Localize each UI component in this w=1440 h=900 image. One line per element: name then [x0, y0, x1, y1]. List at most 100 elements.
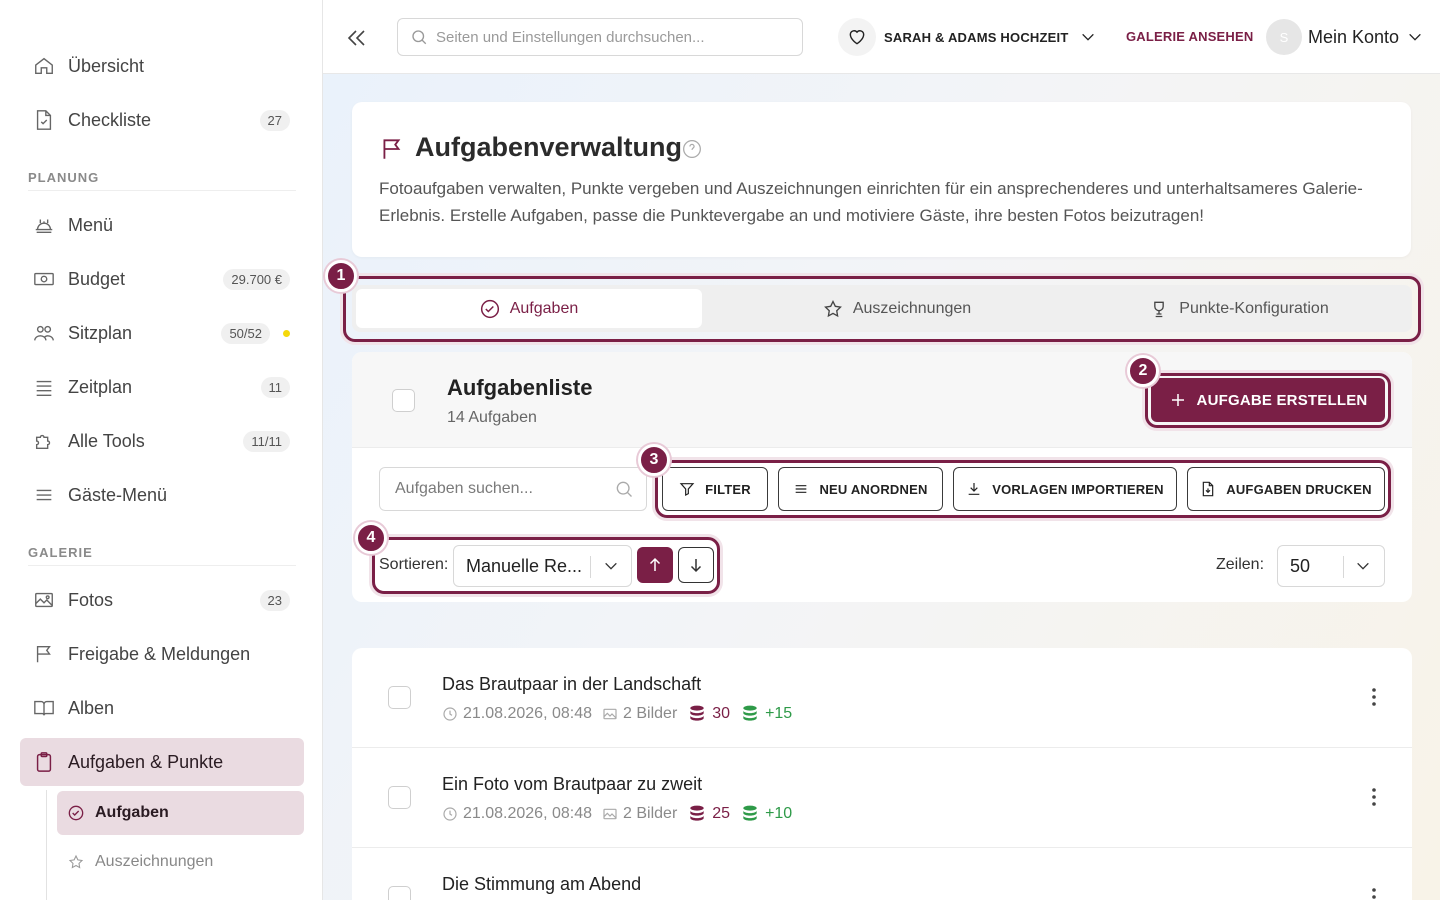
sidebar-item-checklist[interactable]: Checkliste 27 [20, 96, 304, 144]
count-badge: 27 [259, 109, 290, 131]
row-checkbox[interactable] [388, 786, 411, 809]
sidebar-item-label: Alben [68, 697, 115, 718]
chevron-down-icon [1355, 558, 1371, 579]
count-badge: 11 [260, 376, 290, 398]
task-title: Die Stimmung am Abend [442, 874, 642, 894]
coins-icon [740, 804, 760, 824]
rows-value: 50 [1290, 555, 1311, 576]
sidebar-item-guest-menu[interactable]: Gäste-Menü [20, 471, 304, 519]
document-check-icon [32, 108, 56, 132]
task-bonus: +10 [765, 805, 793, 822]
sidebar-subitem-tasks[interactable]: Aufgaben [57, 791, 304, 835]
seating-badge: 50/52 [221, 322, 270, 344]
clipboard-icon [32, 750, 56, 774]
task-images: 2 Bilder [623, 705, 678, 722]
page-header-card: Aufgabenverwaltung Fotoaufgaben verwalte… [352, 102, 1411, 257]
task-meta: 21.08.2026, 08:48 2 Bilder 25 +10 [442, 804, 792, 824]
search-icon [410, 28, 428, 46]
sidebar-item-label: Gäste-Menü [68, 484, 168, 505]
view-gallery-link[interactable]: GALERIE ANSEHEN [1126, 29, 1253, 44]
section-header-gallery: GALERIE [28, 545, 93, 560]
divider [28, 190, 296, 191]
account-menu[interactable]: S Mein Konto [1266, 18, 1423, 56]
clock-icon [442, 706, 458, 722]
account-label: Mein Konto [1308, 26, 1400, 47]
sidebar-item-label: Übersicht [68, 55, 145, 76]
page-title: Aufgabenverwaltung [415, 132, 683, 162]
step-marker-1: 1 [325, 260, 357, 292]
help-icon[interactable] [682, 139, 702, 159]
divider [28, 565, 296, 566]
highlight-actions [655, 460, 1391, 518]
task-date: 21.08.2026, 08:48 [463, 805, 593, 822]
sidebar-item-menu[interactable]: Menü [20, 201, 304, 249]
task-search-input[interactable] [395, 480, 605, 498]
sidebar-item-tasks-points[interactable]: Aufgaben & Punkte [20, 738, 304, 786]
step-marker-3: 3 [638, 444, 670, 476]
sidebar-item-overview[interactable]: Übersicht [20, 42, 304, 90]
cloche-icon [32, 213, 56, 237]
sidebar-item-label: Alle Tools [68, 430, 145, 451]
avatar: S [1266, 19, 1302, 55]
collapse-sidebar-icon[interactable] [345, 26, 369, 50]
wedding-name: SARAH & ADAMS HOCHZEIT [884, 29, 1069, 45]
more-options-icon[interactable] [1372, 688, 1376, 706]
hamburger-icon [32, 483, 56, 507]
clock-icon [442, 806, 458, 822]
sidebar-subitem-awards[interactable]: Auszeichnungen [57, 840, 304, 884]
table-row[interactable]: Das Brautpaar in der Landschaft 21.08.20… [352, 648, 1412, 748]
sidebar-item-schedule[interactable]: Zeitplan 11 [20, 363, 304, 411]
check-circle-icon [67, 804, 85, 822]
page-description: Fotoaufgaben verwalten, Punkte vergeben … [379, 179, 1363, 225]
sidebar-item-albums[interactable]: Alben [20, 684, 304, 732]
count-badge: 11/11 [243, 430, 290, 452]
budget-badge: 29.700 € [223, 268, 290, 290]
puzzle-icon [32, 429, 56, 453]
rows-per-page-select[interactable]: 50 [1277, 545, 1385, 587]
count-badge: 23 [259, 589, 290, 611]
more-options-icon[interactable] [1372, 888, 1376, 900]
sidebar-item-photos[interactable]: Fotos 23 [20, 576, 304, 624]
search-icon [614, 479, 634, 504]
sidebar-item-label: Auszeichnungen [95, 853, 214, 870]
home-icon [32, 54, 56, 78]
wedding-selector[interactable]: SARAH & ADAMS HOCHZEIT [838, 18, 1096, 56]
sidebar-item-budget[interactable]: Budget 29.700 € [20, 255, 304, 303]
sidebar-item-label: Zeitplan [68, 376, 133, 397]
submenu-line [46, 790, 47, 900]
table-row[interactable]: Die Stimmung am Abend [352, 848, 1412, 900]
star-icon [67, 853, 85, 871]
sidebar-item-label: Menü [68, 214, 114, 235]
sidebar-item-label: Freigabe & Meldungen [68, 643, 251, 664]
more-options-icon[interactable] [1372, 788, 1376, 806]
row-checkbox[interactable] [388, 686, 411, 709]
image-icon [602, 706, 618, 722]
table-row[interactable]: Ein Foto vom Brautpaar zu zweit 21.08.20… [352, 748, 1412, 848]
sidebar: Übersicht Checkliste 27 PLANUNG Menü Bud… [0, 0, 323, 900]
coins-icon [740, 704, 760, 724]
list-count: 14 Aufgaben [447, 409, 537, 426]
task-title: Ein Foto vom Brautpaar zu zweit [442, 774, 703, 794]
sidebar-item-label: Fotos [68, 589, 114, 610]
global-search[interactable] [397, 18, 803, 56]
sidebar-item-label: Sitzplan [68, 322, 133, 343]
chevron-down-icon [1080, 29, 1096, 45]
section-header-planning: PLANUNG [28, 170, 100, 185]
sidebar-item-release[interactable]: Freigabe & Meldungen [20, 630, 304, 678]
rows-label: Zeilen: [1216, 556, 1265, 573]
highlight-sorting [372, 537, 720, 594]
heart-icon [838, 18, 876, 56]
task-meta: 21.08.2026, 08:48 2 Bilder 30 +15 [442, 704, 792, 724]
image-icon [602, 806, 618, 822]
highlight-tabs [343, 276, 1421, 342]
task-search[interactable] [379, 467, 647, 511]
sidebar-item-tools[interactable]: Alle Tools 11/11 [20, 417, 304, 465]
image-icon [32, 588, 56, 612]
coins-icon [687, 704, 707, 724]
sidebar-item-label: Checkliste [68, 109, 152, 130]
sidebar-item-seating[interactable]: Sitzplan 50/52 [20, 309, 304, 357]
select-all-checkbox[interactable] [392, 389, 415, 412]
global-search-input[interactable] [436, 28, 776, 46]
row-checkbox[interactable] [388, 886, 411, 900]
money-icon [32, 267, 56, 291]
